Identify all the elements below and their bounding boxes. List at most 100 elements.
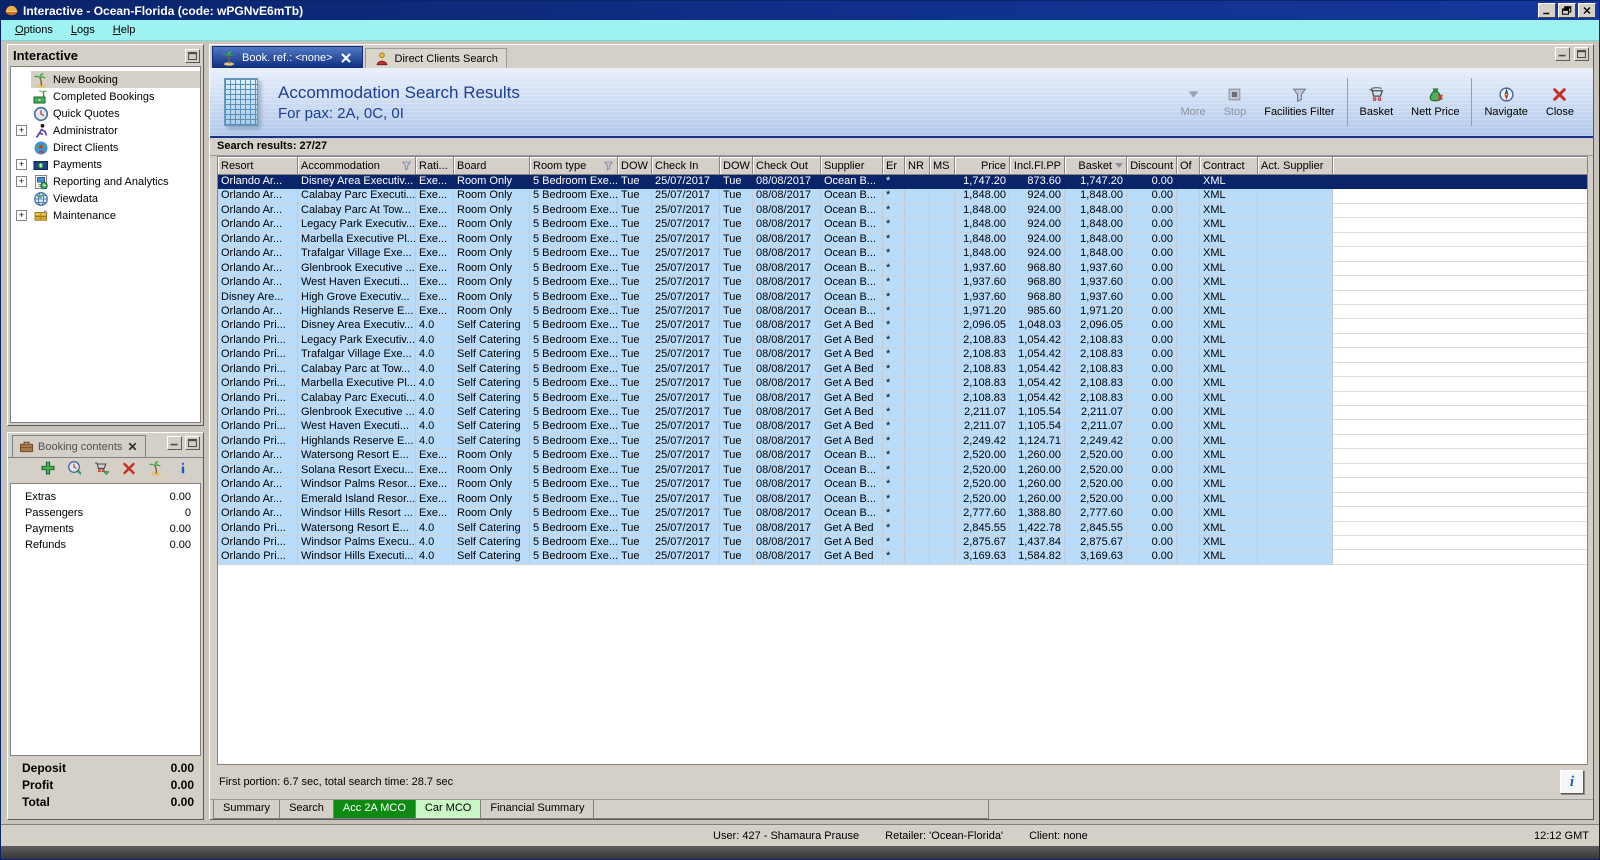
table-row[interactable]: Orlando Ar... Emerald Island Resor... Exe.… <box>218 492 1587 508</box>
column-header-supplier[interactable]: Supplier <box>821 157 883 175</box>
sidebar-item-administrator[interactable]: + Administrator <box>11 122 200 139</box>
expand-icon[interactable]: + <box>16 125 27 136</box>
column-header-resort[interactable]: Resort <box>218 157 298 175</box>
table-row[interactable]: Orlando Pri... Highlands Reserve E... 4.0 S… <box>218 434 1587 450</box>
table-row[interactable]: Orlando Pri... Trafalgar Village Exe... 4.… <box>218 348 1587 363</box>
nett-price-button[interactable]: Nett Price <box>1402 86 1468 118</box>
cell-er: * <box>883 521 905 536</box>
tab-summary[interactable]: Summary <box>213 800 281 819</box>
column-header-basket[interactable]: Basket <box>1065 157 1127 175</box>
navigate-button[interactable]: Navigate <box>1475 86 1536 118</box>
menu-options[interactable]: Options <box>6 21 62 39</box>
tab-book-ref-none[interactable]: Book. ref.: <none> <box>212 46 363 68</box>
table-row[interactable]: Orlando Ar... Legacy Park Executiv... Exe.… <box>218 218 1587 233</box>
booking-toolbar-info-button[interactable] <box>175 460 191 481</box>
tab-booking-contents[interactable]: Booking contents <box>12 435 147 457</box>
column-header-contract[interactable]: Contract <box>1200 157 1258 175</box>
collapse-panel-button[interactable] <box>185 48 200 63</box>
table-row[interactable]: Orlando Ar... Calabay Parc At Tow... Exe..… <box>218 203 1587 219</box>
close-button[interactable]: Close <box>1537 86 1583 118</box>
table-row[interactable]: Orlando Ar... Trafalgar Village Exe... Exe… <box>218 247 1587 262</box>
booking-toolbar-quote-button[interactable] <box>67 460 83 481</box>
table-row[interactable]: Orlando Ar... Solana Resort Execu... Exe..… <box>218 463 1587 479</box>
expand-icon[interactable]: + <box>16 210 27 221</box>
menu-logs[interactable]: Logs <box>62 21 104 39</box>
sidebar-item-direct-clients[interactable]: Direct Clients <box>11 139 200 156</box>
table-row[interactable]: Orlando Ar... Glenbrook Executive ... Exe.… <box>218 261 1587 277</box>
column-header-price[interactable]: Price <box>955 157 1010 175</box>
minimize-button[interactable] <box>1538 3 1556 18</box>
column-header-check-in[interactable]: Check In <box>652 157 720 175</box>
table-row[interactable]: Orlando Ar... Windsor Hills Resort ... Exe… <box>218 507 1587 522</box>
sidebar-item-viewdata[interactable]: Viewdata <box>11 190 200 207</box>
table-row[interactable]: Orlando Ar... Marbella Executive Pl... Exe… <box>218 232 1587 248</box>
table-row[interactable]: Orlando Pri... Calabay Parc Executi... 4.0… <box>218 391 1587 406</box>
list-item[interactable]: Passengers 0 <box>11 506 200 522</box>
table-row[interactable]: Orlando Ar... West Haven Executi... Exe...… <box>218 276 1587 291</box>
tab-acc-2a-mco[interactable]: Acc 2A MCO <box>333 800 416 819</box>
sidebar-item-quick-quotes[interactable]: Quick Quotes <box>11 105 200 122</box>
table-row[interactable]: Orlando Ar... Windsor Palms Resor... Exe..… <box>218 478 1587 493</box>
booking-toolbar-cart-add-button[interactable] <box>94 460 110 481</box>
close-booking-tab-icon[interactable] <box>126 440 139 453</box>
booking-toolbar-add-button[interactable] <box>40 460 56 481</box>
table-row[interactable]: Orlando Pri... Disney Area Executiv... 4.0… <box>218 319 1587 334</box>
expand-icon[interactable]: + <box>16 159 27 170</box>
close-window-button[interactable] <box>1578 3 1596 18</box>
table-row[interactable]: Orlando Pri... West Haven Executi... 4.0 Se… <box>218 420 1587 435</box>
column-header-check-out[interactable]: Check Out <box>753 157 821 175</box>
table-row[interactable]: Orlando Pri... Windsor Palms Execu... 4.0 S… <box>218 535 1587 551</box>
basket-button[interactable]: Basket <box>1351 86 1403 118</box>
table-row[interactable]: Disney Are... High Grove Executiv... Exe..… <box>218 290 1587 305</box>
column-header-act-supplier[interactable]: Act. Supplier <box>1258 157 1333 175</box>
table-row[interactable]: Orlando Pri... Legacy Park Executiv... 4.0… <box>218 333 1587 349</box>
minimize-panel-button[interactable] <box>167 436 182 450</box>
column-header-nr[interactable]: NR <box>905 157 930 175</box>
tab-search[interactable]: Search <box>280 800 334 819</box>
tab-direct-clients-search[interactable]: Direct Clients Search <box>364 48 507 68</box>
expand-icon[interactable]: + <box>16 176 27 187</box>
table-row[interactable]: Orlando Pri... Marbella Executive Pl... 4.… <box>218 377 1587 392</box>
column-header-board[interactable]: Board <box>454 157 530 175</box>
close-tab-icon[interactable] <box>338 50 354 66</box>
tab-car-mco[interactable]: Car MCO <box>415 800 482 819</box>
table-row[interactable]: Orlando Pri... Windsor Hills Executi... 4.… <box>218 550 1587 565</box>
table-row[interactable]: Orlando Pri... Glenbrook Executive ... 4.0… <box>218 406 1587 421</box>
column-header-rati[interactable]: Rati... <box>416 157 454 175</box>
facilities-filter-button[interactable]: Facilities Filter <box>1255 86 1343 118</box>
booking-item-label: Payments <box>25 523 74 535</box>
maximize-view-button[interactable] <box>1574 47 1589 61</box>
table-row[interactable]: Orlando Ar... Disney Area Executiv... Exe.… <box>218 175 1587 190</box>
column-header-of[interactable]: Of <box>1177 157 1200 175</box>
sidebar-item-payments[interactable]: + Payments <box>11 156 200 173</box>
maximize-panel-button[interactable] <box>185 436 200 450</box>
menu-help[interactable]: Help <box>104 21 145 39</box>
info-button[interactable]: i <box>1560 770 1584 794</box>
list-item[interactable]: Extras 0.00 <box>11 490 200 506</box>
column-header-accommodation[interactable]: Accommodation <box>298 157 416 175</box>
restore-button[interactable] <box>1558 3 1576 18</box>
booking-toolbar-palm-button[interactable] <box>148 460 164 481</box>
sidebar-item-new-booking[interactable]: New Booking <box>11 71 200 88</box>
table-row[interactable]: Orlando Ar... Highlands Reserve E... Exe..… <box>218 304 1587 320</box>
column-header-ms[interactable]: MS <box>930 157 955 175</box>
list-item[interactable]: Payments 0.00 <box>11 522 200 538</box>
list-item[interactable]: Refunds 0.00 <box>11 538 200 554</box>
table-row[interactable]: Orlando Pri... Watersong Resort E... 4.0 Se… <box>218 521 1587 536</box>
table-row[interactable]: Orlando Ar... Calabay Parc Executi... Exe.… <box>218 189 1587 204</box>
column-header-room-type[interactable]: Room type <box>530 157 618 175</box>
column-header-discount[interactable]: Discount <box>1127 157 1177 175</box>
cell-act-supplier <box>1258 304 1333 320</box>
sidebar-item-reporting-and-analytics[interactable]: + Reporting and Analytics <box>11 173 200 190</box>
table-row[interactable]: Orlando Pri... Calabay Parc at Tow... 4.0 S… <box>218 362 1587 378</box>
table-row[interactable]: Orlando Ar... Watersong Resort E... Exe...… <box>218 449 1587 464</box>
column-header-er[interactable]: Er <box>883 157 905 175</box>
column-header-incl-fl-pp[interactable]: Incl.Fl.PP <box>1010 157 1065 175</box>
minimize-view-button[interactable] <box>1555 47 1570 61</box>
sidebar-item-maintenance[interactable]: + Maintenance <box>11 207 200 224</box>
booking-toolbar-delete-button[interactable] <box>121 460 137 481</box>
column-header-dow[interactable]: DOW <box>720 157 753 175</box>
tab-financial-summary[interactable]: Financial Summary <box>481 800 595 819</box>
sidebar-item-completed-bookings[interactable]: Completed Bookings <box>11 88 200 105</box>
column-header-dow[interactable]: DOW <box>618 157 652 175</box>
